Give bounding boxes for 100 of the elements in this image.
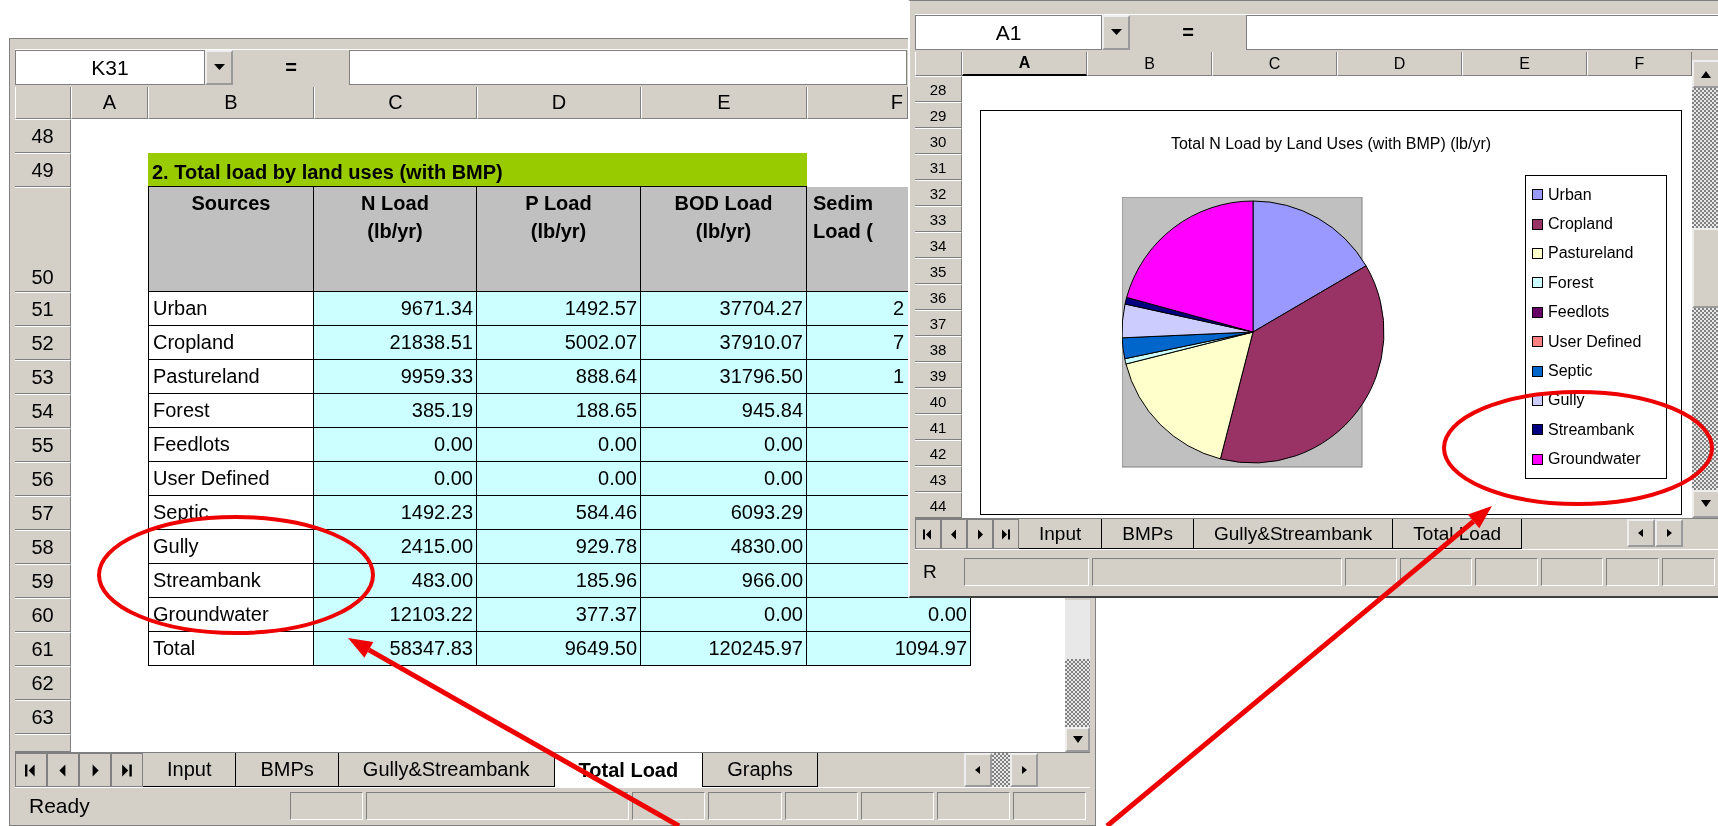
scroll-left-button[interactable] [1627,519,1655,547]
source-cell: Groundwater [148,598,314,632]
source-cell: Urban [148,292,314,326]
row-header[interactable]: 58 [15,530,71,564]
row-header[interactable]: 33 [915,206,962,232]
row-header[interactable]: 63 [15,700,71,734]
row-header[interactable]: 49 [15,153,71,187]
scroll-down-button[interactable] [1692,490,1718,518]
select-all-corner[interactable] [915,52,962,76]
row-header[interactable]: 42 [915,440,962,466]
status-panel [1606,558,1660,586]
row-header[interactable]: 61 [15,632,71,666]
next-sheet-icon [975,528,985,540]
column-header[interactable]: A [962,52,1087,76]
column-header[interactable]: F [807,87,908,119]
sheet-tab[interactable]: Graphs [703,753,818,787]
scroll-left-button[interactable] [964,753,992,787]
row-header[interactable]: 52 [15,326,71,360]
column-header[interactable]: D [1337,52,1462,76]
column-header[interactable]: E [1462,52,1587,76]
row-header[interactable]: 36 [915,284,962,310]
value-cell: 945.84 [641,394,807,428]
legend-label: Streambank [1548,420,1635,439]
column-header[interactable]: F [1587,52,1692,76]
sheet-nav-button[interactable] [79,753,111,787]
sheet-nav-button[interactable] [967,519,993,549]
formula-equals: = [1182,21,1194,44]
dropdown-button[interactable] [1102,15,1130,50]
row-header[interactable]: 39 [915,362,962,388]
sheet-tab[interactable]: Input [1019,519,1103,549]
sheet-tab[interactable]: Input [143,753,237,787]
row-header[interactable]: 40 [915,388,962,414]
sheet-tab[interactable]: BMPs [236,753,339,787]
caret-icon [1110,29,1122,36]
sheet-tab[interactable]: Gully&Streambank [1193,519,1394,549]
sheet-nav-button[interactable] [111,753,143,787]
sheet-nav-button[interactable] [915,519,941,549]
scroll-right-button[interactable] [1010,753,1038,787]
row-header[interactable]: 60 [15,598,71,632]
column-header[interactable]: C [1212,52,1337,76]
value-cell: 37910.07 [641,326,807,360]
row-header[interactable]: 59 [15,564,71,598]
scroll-down-button[interactable] [1065,727,1090,752]
sheet-nav-button[interactable] [47,753,79,787]
row-header[interactable]: 57 [15,496,71,530]
row-header[interactable]: 37 [915,310,962,336]
source-cell: Forest [148,394,314,428]
first-sheet-icon [25,763,37,777]
row-header[interactable]: 43 [915,466,962,492]
vertical-scrollbar[interactable] [1065,600,1090,752]
row-header[interactable]: 55 [15,428,71,462]
formula-field[interactable] [349,50,907,85]
row-header[interactable]: 41 [915,414,962,440]
value-cell: 0.00 [477,428,641,462]
row-header[interactable]: 54 [15,394,71,428]
scroll-thumb[interactable] [1692,228,1718,308]
row-header[interactable]: 30 [915,128,962,154]
value-cell: 0.00 [641,598,807,632]
row-header[interactable] [15,734,71,752]
select-all-corner[interactable] [15,87,71,119]
row-header[interactable]: 50 [15,187,71,292]
row-header[interactable]: 34 [915,232,962,258]
sheet-nav-button[interactable] [15,753,47,787]
row-header[interactable]: 56 [15,462,71,496]
sheet-tab[interactable]: BMPs [1102,519,1194,549]
value-cell: 21838.51 [314,326,477,360]
row-header[interactable]: 51 [15,292,71,326]
scroll-up-button[interactable] [1692,60,1718,88]
row-header[interactable]: 29 [915,102,962,128]
status-panel [1344,558,1398,586]
row-header[interactable]: 35 [915,258,962,284]
column-header[interactable]: D [477,87,641,119]
row-header[interactable]: 62 [15,666,71,700]
row-header[interactable]: 31 [915,154,962,180]
triangle-left-icon [1636,529,1646,537]
scroll-right-button[interactable] [1655,519,1683,547]
row-header[interactable]: 38 [915,336,962,362]
last-sheet-icon [121,763,133,777]
column-header[interactable]: B [148,87,314,119]
column-header[interactable]: C [314,87,477,119]
sheet-nav-button[interactable] [941,519,967,549]
value-cell: 1094.97 [807,632,971,666]
column-header[interactable]: E [641,87,807,119]
row-header[interactable]: 44 [915,492,962,518]
sheet-nav-button[interactable] [993,519,1019,549]
name-box[interactable]: K31 [15,50,205,85]
row-header[interactable]: 28 [915,76,962,102]
row-header[interactable]: 53 [15,360,71,394]
status-panel [1662,558,1715,586]
name-box[interactable]: A1 [915,15,1102,50]
row-header[interactable]: 32 [915,180,962,206]
value-cell: 0.00 [314,462,477,496]
column-header[interactable]: B [1087,52,1212,76]
value-cell: 929.78 [477,530,641,564]
formula-field[interactable] [1246,15,1718,50]
dropdown-button[interactable] [205,50,233,85]
row-header[interactable]: 48 [15,119,71,153]
value-cell: 37704.27 [641,292,807,326]
column-header[interactable]: A [71,87,148,119]
legend-label: Septic [1548,362,1593,381]
